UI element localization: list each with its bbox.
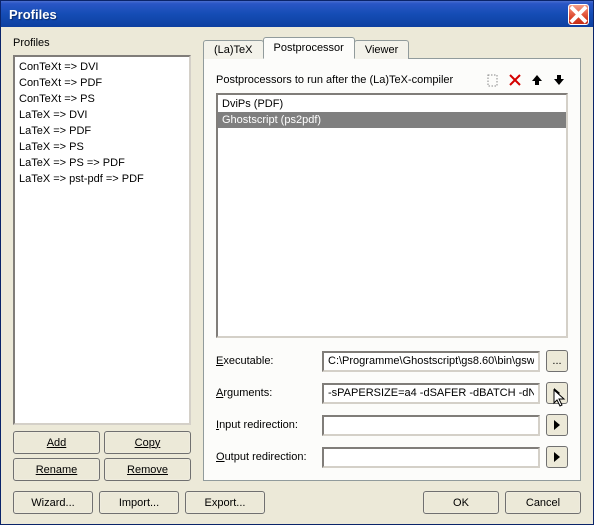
chevron-right-icon (554, 420, 560, 430)
settings-panel: (La)TeX Postprocessor Viewer Postprocess… (203, 37, 581, 481)
tab-panel: Postprocessors to run after the (La)TeX-… (203, 58, 581, 481)
list-item[interactable]: LaTeX => PS (19, 139, 185, 155)
list-item[interactable]: LaTeX => PS => PDF (19, 155, 185, 171)
list-item[interactable]: LaTeX => PDF (19, 123, 185, 139)
profiles-label: Profiles (13, 37, 191, 49)
delete-icon[interactable] (506, 71, 524, 89)
list-item[interactable]: Ghostscript (ps2pdf) (218, 112, 566, 128)
chevron-right-icon (554, 388, 560, 398)
dialog-window: Profiles Profiles ConTeXt => DVI ConTeXt… (0, 0, 594, 525)
move-up-icon[interactable] (528, 71, 546, 89)
profiles-listbox[interactable]: ConTeXt => DVI ConTeXt => PDF ConTeXt =>… (13, 55, 191, 425)
rename-button[interactable]: Rename (13, 458, 100, 481)
profile-buttons: Add Copy Rename Remove (13, 431, 191, 481)
tab-bar: (La)TeX Postprocessor Viewer (203, 37, 581, 59)
cancel-button[interactable]: Cancel (505, 491, 581, 514)
export-button[interactable]: Export... (185, 491, 265, 514)
output-redir-menu-button[interactable] (546, 446, 568, 468)
new-icon[interactable] (484, 71, 502, 89)
tab-latex[interactable]: (La)TeX (203, 40, 264, 59)
list-item[interactable]: ConTeXt => PS (19, 91, 185, 107)
list-item[interactable]: LaTeX => pst-pdf => PDF (19, 171, 185, 187)
chevron-right-icon (554, 452, 560, 462)
remove-button[interactable]: Remove (104, 458, 191, 481)
tab-viewer[interactable]: Viewer (354, 40, 409, 59)
close-icon[interactable] (568, 4, 589, 25)
list-item[interactable]: ConTeXt => PDF (19, 75, 185, 91)
dialog-content: Profiles ConTeXt => DVI ConTeXt => PDF C… (1, 27, 593, 524)
wizard-button[interactable]: Wizard... (13, 491, 93, 514)
executable-input[interactable] (322, 351, 540, 372)
profiles-panel: Profiles ConTeXt => DVI ConTeXt => PDF C… (13, 37, 191, 481)
arguments-input[interactable] (322, 383, 540, 404)
input-redir-label: Input redirection: (216, 419, 316, 431)
postproc-form: Executable: ... Arguments: (216, 350, 568, 468)
postproc-toolbar: Postprocessors to run after the (La)TeX-… (216, 71, 568, 89)
import-button[interactable]: Import... (99, 491, 179, 514)
list-item[interactable]: DviPs (PDF) (218, 96, 566, 112)
arguments-menu-button[interactable] (546, 382, 568, 404)
copy-button[interactable]: Copy (104, 431, 191, 454)
upper-area: Profiles ConTeXt => DVI ConTeXt => PDF C… (13, 37, 581, 481)
ok-button[interactable]: OK (423, 491, 499, 514)
input-redir-input[interactable] (322, 415, 540, 436)
titlebar: Profiles (1, 1, 593, 27)
list-item[interactable]: LaTeX => DVI (19, 107, 185, 123)
executable-label: Executable: (216, 355, 316, 367)
move-down-icon[interactable] (550, 71, 568, 89)
browse-button[interactable]: ... (546, 350, 568, 372)
list-item[interactable]: ConTeXt => DVI (19, 59, 185, 75)
output-redir-label: Output redirection: (216, 451, 316, 463)
input-redir-menu-button[interactable] (546, 414, 568, 436)
tab-postprocessor[interactable]: Postprocessor (263, 37, 355, 59)
add-button[interactable]: Add (13, 431, 100, 454)
arguments-label: Arguments: (216, 387, 316, 399)
output-redir-input[interactable] (322, 447, 540, 468)
postproc-listbox[interactable]: DviPs (PDF) Ghostscript (ps2pdf) (216, 93, 568, 338)
postproc-heading: Postprocessors to run after the (La)TeX-… (216, 74, 480, 86)
window-title: Profiles (9, 7, 568, 22)
dialog-footer: Wizard... Import... Export... OK Cancel (13, 491, 581, 514)
